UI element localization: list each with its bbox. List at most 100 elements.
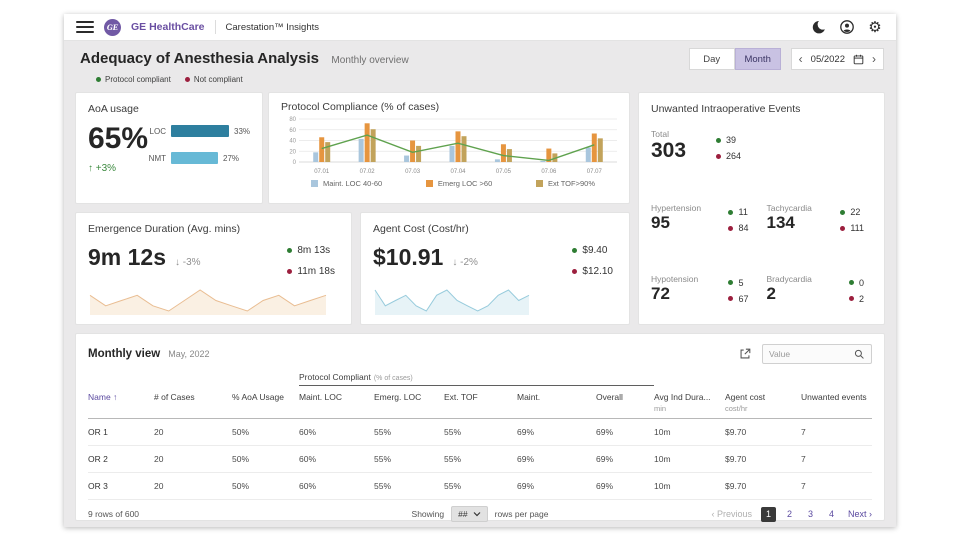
search-icon[interactable]	[854, 349, 865, 360]
legend-swatch	[426, 180, 433, 187]
table-row-or-3[interactable]: OR 32050%60%55%55%69%69%10m$9.707	[88, 473, 872, 500]
event-compliant-count: 22	[850, 207, 860, 217]
cell-agent-cost: $9.70	[725, 481, 801, 491]
cell-of-cases: 20	[154, 454, 232, 464]
cell-of-cases: 20	[154, 481, 232, 491]
column-header-avg-ind-dura[interactable]: Avg Ind Dura...min	[654, 392, 725, 413]
cell-overall: 69%	[596, 427, 654, 437]
noncompliant-dot	[728, 226, 733, 231]
protocol-compliance-card: Protocol Compliance (% of cases) 0204060…	[268, 92, 630, 204]
event-label: Bradycardia	[767, 274, 812, 284]
event-tile-bradycardia: Bradycardia202	[767, 274, 873, 304]
column-header-agent-cost[interactable]: Agent costcost/hr	[725, 392, 801, 413]
card-title: Agent Cost (Cost/hr)	[373, 223, 617, 235]
event-label: Hypertension	[651, 203, 701, 213]
dark-mode-icon[interactable]	[810, 18, 828, 36]
event-noncompliant-count: 84	[738, 223, 748, 233]
group-header-note: (% of cases)	[374, 375, 413, 382]
previous-page-button[interactable]: ‹ Previous	[711, 509, 752, 519]
event-value: 95	[651, 213, 701, 233]
events-total: Total 303 39 264	[651, 129, 872, 163]
account-icon[interactable]	[838, 18, 856, 36]
cell-maint-loc: 60%	[299, 427, 374, 437]
noncompliant-dot	[572, 269, 577, 274]
cell-overall: 69%	[596, 481, 654, 491]
column-header-emerg-loc[interactable]: Emerg. LOC	[374, 392, 444, 402]
chevron-right-icon[interactable]: ›	[872, 53, 876, 65]
column-header-ext-tof[interactable]: Ext. TOF	[444, 392, 517, 402]
cell-maint: 69%	[517, 481, 596, 491]
events-grid: Hypertension951184Tachycardia13422111Hyp…	[651, 203, 872, 304]
event-value: 2	[767, 284, 812, 304]
cell-name: OR 3	[88, 481, 154, 491]
cell-agent-cost: $9.70	[725, 454, 801, 464]
emergence-duration-card: Emergence Duration (Avg. mins) 9m 12s ↓ …	[75, 212, 352, 325]
total-label: Total	[651, 129, 686, 139]
compliant-dot	[716, 138, 721, 143]
cell-avg-ind-dura: 10m	[654, 454, 725, 464]
day-button[interactable]: Day	[689, 48, 735, 70]
month-button[interactable]: Month	[735, 48, 781, 70]
status-legend: Protocol compliantNot compliant	[96, 75, 864, 84]
settings-icon[interactable]: ⚙	[866, 18, 884, 36]
agent-cost-card: Agent Cost (Cost/hr) $10.91 ↓ -2% $9.40 …	[360, 212, 630, 325]
svg-text:80: 80	[289, 117, 296, 123]
cell-ext-tof: 55%	[444, 427, 517, 437]
cell-avg-ind-dura: 10m	[654, 481, 725, 491]
chevron-left-icon[interactable]: ‹	[799, 53, 803, 65]
page-button-2[interactable]: 2	[782, 507, 797, 522]
compliant-dot	[840, 210, 845, 215]
showing-label: Showing	[412, 509, 445, 519]
date-picker: ‹ 05/2022 ›	[791, 48, 884, 70]
day-month-toggle: Day Month	[689, 48, 781, 70]
compliant-dot	[287, 248, 292, 253]
monthly-view-card: Monthly view May, 2022 Protocol Complian…	[75, 333, 885, 521]
legend-dot	[185, 77, 190, 82]
table-row-or-1[interactable]: OR 12050%60%55%55%69%69%10m$9.707	[88, 419, 872, 446]
column-header-maint[interactable]: Maint.	[517, 392, 596, 402]
cell-aoa-usage: 50%	[232, 427, 299, 437]
column-header-name[interactable]: Name ↑	[88, 392, 154, 402]
page-buttons: 1234	[761, 507, 839, 522]
rows-per-page-dropdown[interactable]: ##	[451, 506, 487, 522]
noncompliant-dot	[849, 296, 854, 301]
column-header-maint-loc[interactable]: Maint. LOC	[299, 392, 374, 402]
column-header-unwanted-events[interactable]: Unwanted events	[801, 392, 872, 402]
page-header: Adequacy of Anesthesia Analysis Monthly …	[64, 41, 896, 84]
cell-emerg-loc: 55%	[374, 454, 444, 464]
svg-text:07.05: 07.05	[496, 169, 512, 175]
date-value: 05/2022	[811, 54, 845, 65]
column-header-overall[interactable]: Overall	[596, 392, 654, 402]
event-noncompliant-count: 111	[850, 223, 864, 233]
chart-title: Protocol Compliance (% of cases)	[281, 101, 617, 113]
event-compliant-count: 0	[859, 278, 864, 288]
column-subheader: min	[654, 404, 721, 413]
event-tile-hypotension: Hypotension72567	[651, 274, 757, 304]
chart-legend-item-ext-tof-90: Ext TOF>90%	[536, 179, 595, 188]
table-row-or-2[interactable]: OR 22050%60%55%55%69%69%10m$9.707	[88, 446, 872, 473]
ge-logo: GE	[104, 19, 121, 36]
page-button-1[interactable]: 1	[761, 507, 776, 522]
cell-ext-tof: 55%	[444, 481, 517, 491]
menu-icon[interactable]	[76, 21, 94, 33]
rows-per-page-value: ##	[458, 509, 467, 519]
pagination: ‹ Previous 1234 Next ›	[711, 507, 872, 522]
search-input[interactable]	[769, 349, 850, 359]
table-title: Monthly view	[88, 348, 160, 360]
noncompliant-dot	[716, 154, 721, 159]
bar	[171, 125, 229, 137]
card-title: Emergence Duration (Avg. mins)	[88, 223, 339, 235]
cell-maint-loc: 60%	[299, 454, 374, 464]
noncompliant-dot	[287, 269, 292, 274]
export-icon[interactable]	[738, 347, 752, 361]
page-button-4[interactable]: 4	[824, 507, 839, 522]
next-page-button[interactable]: Next ›	[848, 509, 872, 519]
compliant-dot	[572, 248, 577, 253]
column-header-aoa-usage[interactable]: % AoA Usage	[232, 392, 299, 402]
page-button-3[interactable]: 3	[803, 507, 818, 522]
rows-per-page-label: rows per page	[495, 509, 549, 519]
column-header-of-cases[interactable]: # of Cases	[154, 392, 232, 402]
bar-label: NMT	[146, 154, 166, 163]
calendar-icon[interactable]	[853, 54, 864, 65]
cell-overall: 69%	[596, 454, 654, 464]
